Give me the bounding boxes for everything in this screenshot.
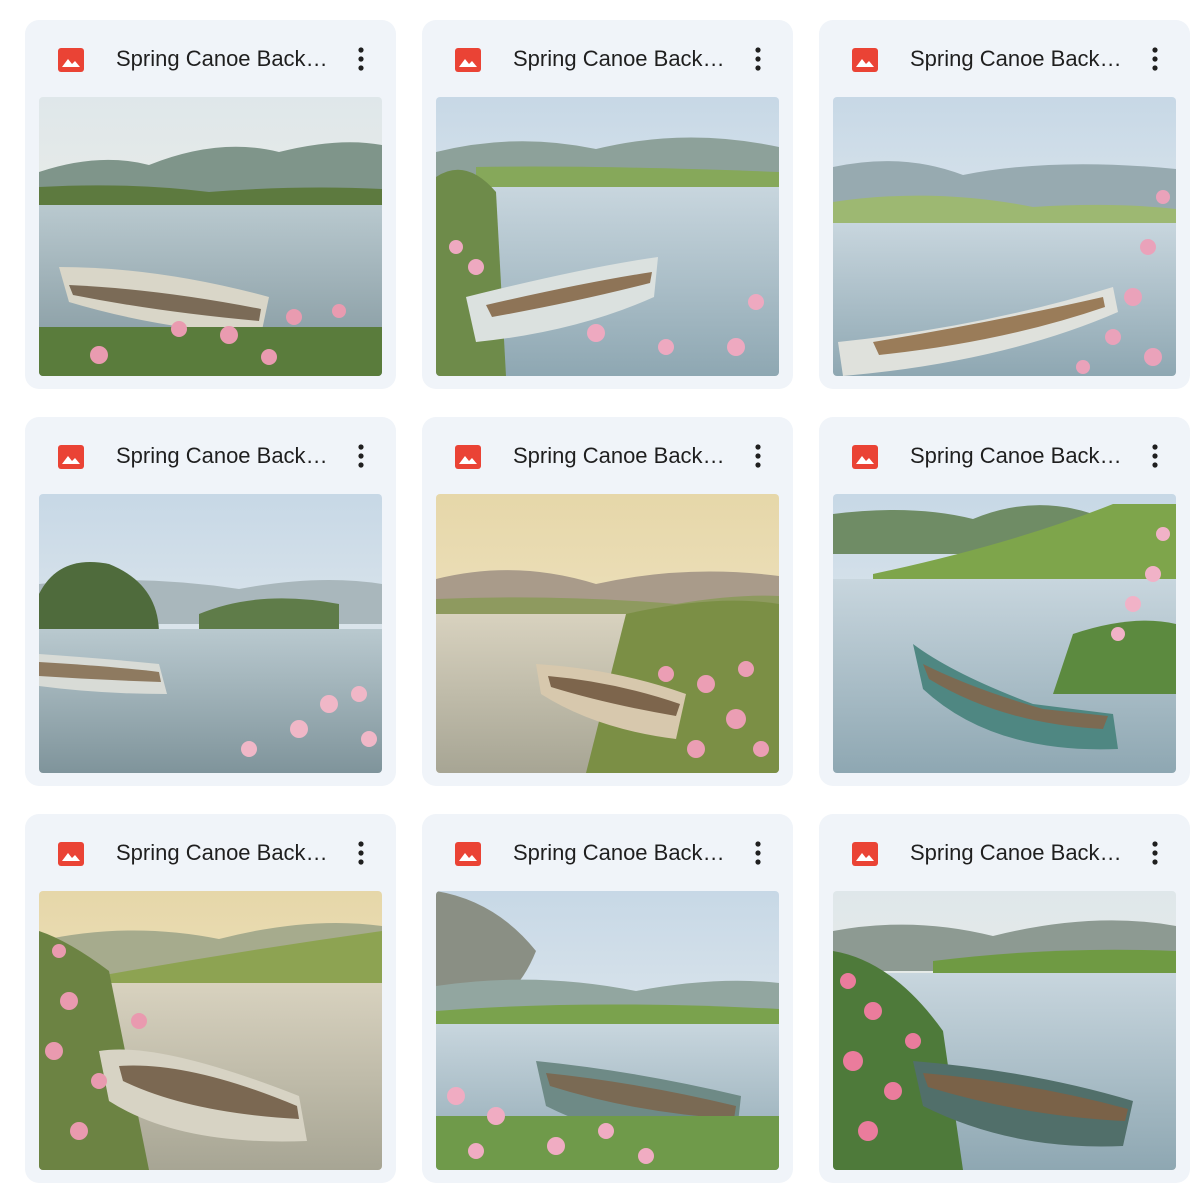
- file-grid: Spring Canoe Backgrounds: [25, 20, 1190, 1183]
- file-card[interactable]: Spring Canoe Backgrounds: [422, 814, 793, 1183]
- more-options-button[interactable]: [1140, 836, 1170, 870]
- more-options-button[interactable]: [743, 836, 773, 870]
- more-options-button[interactable]: [346, 836, 376, 870]
- file-title: Spring Canoe Backgrounds: [910, 443, 1130, 468]
- file-title: Spring Canoe Backgrounds: [116, 443, 336, 468]
- more-options-button[interactable]: [346, 439, 376, 473]
- file-card[interactable]: Spring Canoe Backgrounds: [25, 417, 396, 786]
- image-file-icon: [455, 842, 481, 866]
- file-card-header: Spring Canoe Backgrounds: [25, 417, 396, 495]
- file-card-header: Spring Canoe Backgrounds: [422, 20, 793, 98]
- image-file-icon: [455, 48, 481, 72]
- file-card-header: Spring Canoe Backgrounds: [819, 814, 1190, 892]
- file-card-header: Spring Canoe Backgrounds: [422, 814, 793, 892]
- file-card[interactable]: Spring Canoe Backgrounds: [25, 20, 396, 389]
- image-file-icon: [58, 445, 84, 469]
- more-vert-icon: [358, 47, 364, 71]
- file-card[interactable]: Spring Canoe Backgrounds: [422, 417, 793, 786]
- file-card-header: Spring Canoe Backgrounds: [422, 417, 793, 495]
- more-vert-icon: [755, 444, 761, 468]
- image-thumbnail[interactable]: [436, 97, 779, 376]
- file-card[interactable]: Spring Canoe Backgrounds: [819, 20, 1190, 389]
- image-thumbnail[interactable]: [436, 494, 779, 773]
- image-thumbnail[interactable]: [39, 891, 382, 1170]
- image-thumbnail[interactable]: [39, 494, 382, 773]
- more-options-button[interactable]: [743, 42, 773, 76]
- file-title: Spring Canoe Backgrounds: [116, 840, 336, 865]
- file-title: Spring Canoe Backgrounds: [513, 443, 733, 468]
- image-thumbnail[interactable]: [39, 97, 382, 376]
- file-title: Spring Canoe Backgrounds: [513, 840, 733, 865]
- more-vert-icon: [755, 841, 761, 865]
- more-vert-icon: [1152, 444, 1158, 468]
- image-file-icon: [58, 842, 84, 866]
- file-card[interactable]: Spring Canoe Backgrounds: [819, 814, 1190, 1183]
- file-title: Spring Canoe Backgrounds: [910, 840, 1130, 865]
- file-title: Spring Canoe Backgrounds: [910, 46, 1130, 71]
- more-vert-icon: [358, 444, 364, 468]
- image-thumbnail[interactable]: [833, 97, 1176, 376]
- more-options-button[interactable]: [1140, 439, 1170, 473]
- file-card-header: Spring Canoe Backgrounds: [819, 417, 1190, 495]
- more-options-button[interactable]: [743, 439, 773, 473]
- more-options-button[interactable]: [1140, 42, 1170, 76]
- image-file-icon: [852, 48, 878, 72]
- more-vert-icon: [755, 47, 761, 71]
- image-file-icon: [455, 445, 481, 469]
- file-title: Spring Canoe Backgrounds: [513, 46, 733, 71]
- file-card[interactable]: Spring Canoe Backgrounds: [25, 814, 396, 1183]
- image-file-icon: [852, 445, 878, 469]
- image-file-icon: [852, 842, 878, 866]
- image-thumbnail[interactable]: [833, 494, 1176, 773]
- image-thumbnail[interactable]: [436, 891, 779, 1170]
- file-card-header: Spring Canoe Backgrounds: [25, 20, 396, 98]
- file-card-header: Spring Canoe Backgrounds: [25, 814, 396, 892]
- more-vert-icon: [1152, 841, 1158, 865]
- file-card-header: Spring Canoe Backgrounds: [819, 20, 1190, 98]
- more-vert-icon: [1152, 47, 1158, 71]
- file-card[interactable]: Spring Canoe Backgrounds: [422, 20, 793, 389]
- image-file-icon: [58, 48, 84, 72]
- more-vert-icon: [358, 841, 364, 865]
- file-card[interactable]: Spring Canoe Backgrounds: [819, 417, 1190, 786]
- file-title: Spring Canoe Backgrounds: [116, 46, 336, 71]
- image-thumbnail[interactable]: [833, 891, 1176, 1170]
- more-options-button[interactable]: [346, 42, 376, 76]
